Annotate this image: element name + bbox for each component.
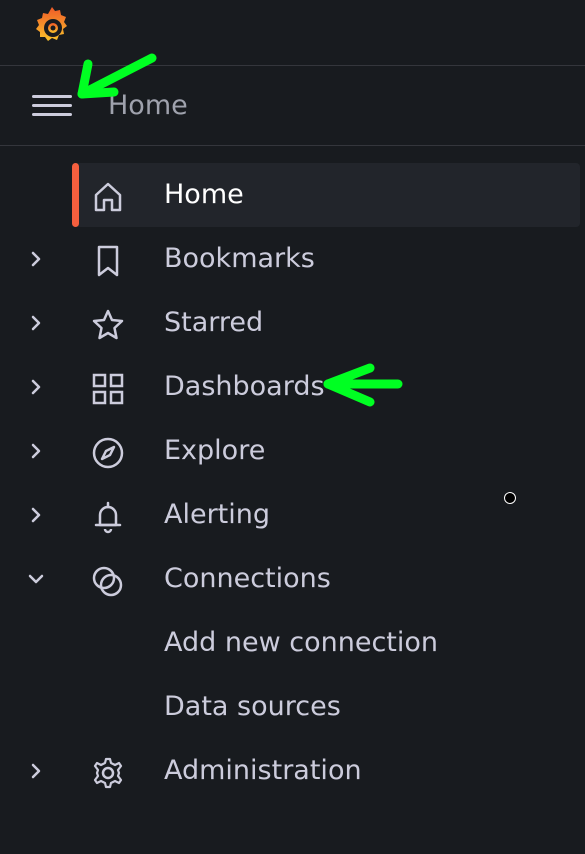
chevron-down-icon[interactable] (26, 567, 46, 591)
menu-toggle-button[interactable] (30, 92, 74, 122)
nav-item-label: Alerting (164, 499, 271, 530)
nav-item-dashboards[interactable]: Dashboards (0, 355, 585, 419)
chevron-right-icon[interactable] (26, 311, 46, 335)
nav-item-starred[interactable]: Starred (0, 291, 585, 355)
bell-icon (94, 501, 122, 534)
cursor-icon (504, 492, 516, 504)
chevron-right-icon[interactable] (26, 759, 46, 783)
nav-item-label: Connections (164, 563, 331, 594)
home-icon (94, 182, 122, 212)
link-circles-icon (92, 566, 123, 597)
nav-item-alerting[interactable]: Alerting (0, 483, 585, 547)
nav-item-bookmarks[interactable]: Bookmarks (0, 227, 585, 291)
nav-item-label: Starred (164, 307, 264, 338)
grafana-logo-icon[interactable] (28, 2, 76, 50)
chevron-right-icon[interactable] (26, 503, 46, 527)
chevron-right-icon[interactable] (26, 375, 46, 399)
nav-item-explore[interactable]: Explore (0, 419, 585, 483)
nav-item-label: Home (164, 179, 244, 210)
nav-item-administration[interactable]: Administration (0, 739, 585, 803)
nav-item-label: Add new connection (164, 627, 439, 658)
nav-item-label: Dashboards (164, 371, 325, 402)
nav-item-label: Bookmarks (164, 243, 315, 274)
nav-item-label: Administration (164, 755, 362, 786)
top-bar (0, 0, 585, 66)
nav-subitem-add-new-connection[interactable]: Add new connection (0, 611, 585, 675)
apps-icon (92, 373, 124, 405)
active-indicator (72, 163, 79, 227)
header-bar: Home (0, 66, 585, 146)
cog-icon (93, 757, 123, 789)
star-icon (92, 309, 124, 340)
nav-item-home[interactable]: Home (0, 146, 585, 227)
chevron-right-icon[interactable] (26, 439, 46, 463)
nav-item-label: Data sources (164, 691, 341, 722)
nav-subitem-data-sources[interactable]: Data sources (0, 675, 585, 739)
active-highlight (72, 163, 580, 227)
compass-icon (92, 437, 124, 469)
bookmark-icon (97, 245, 119, 277)
breadcrumb[interactable]: Home (108, 90, 188, 122)
chevron-right-icon[interactable] (26, 247, 46, 271)
nav-item-label: Explore (164, 435, 266, 466)
hamburger-icon (32, 95, 72, 116)
nav-item-connections[interactable]: Connections (0, 547, 585, 611)
